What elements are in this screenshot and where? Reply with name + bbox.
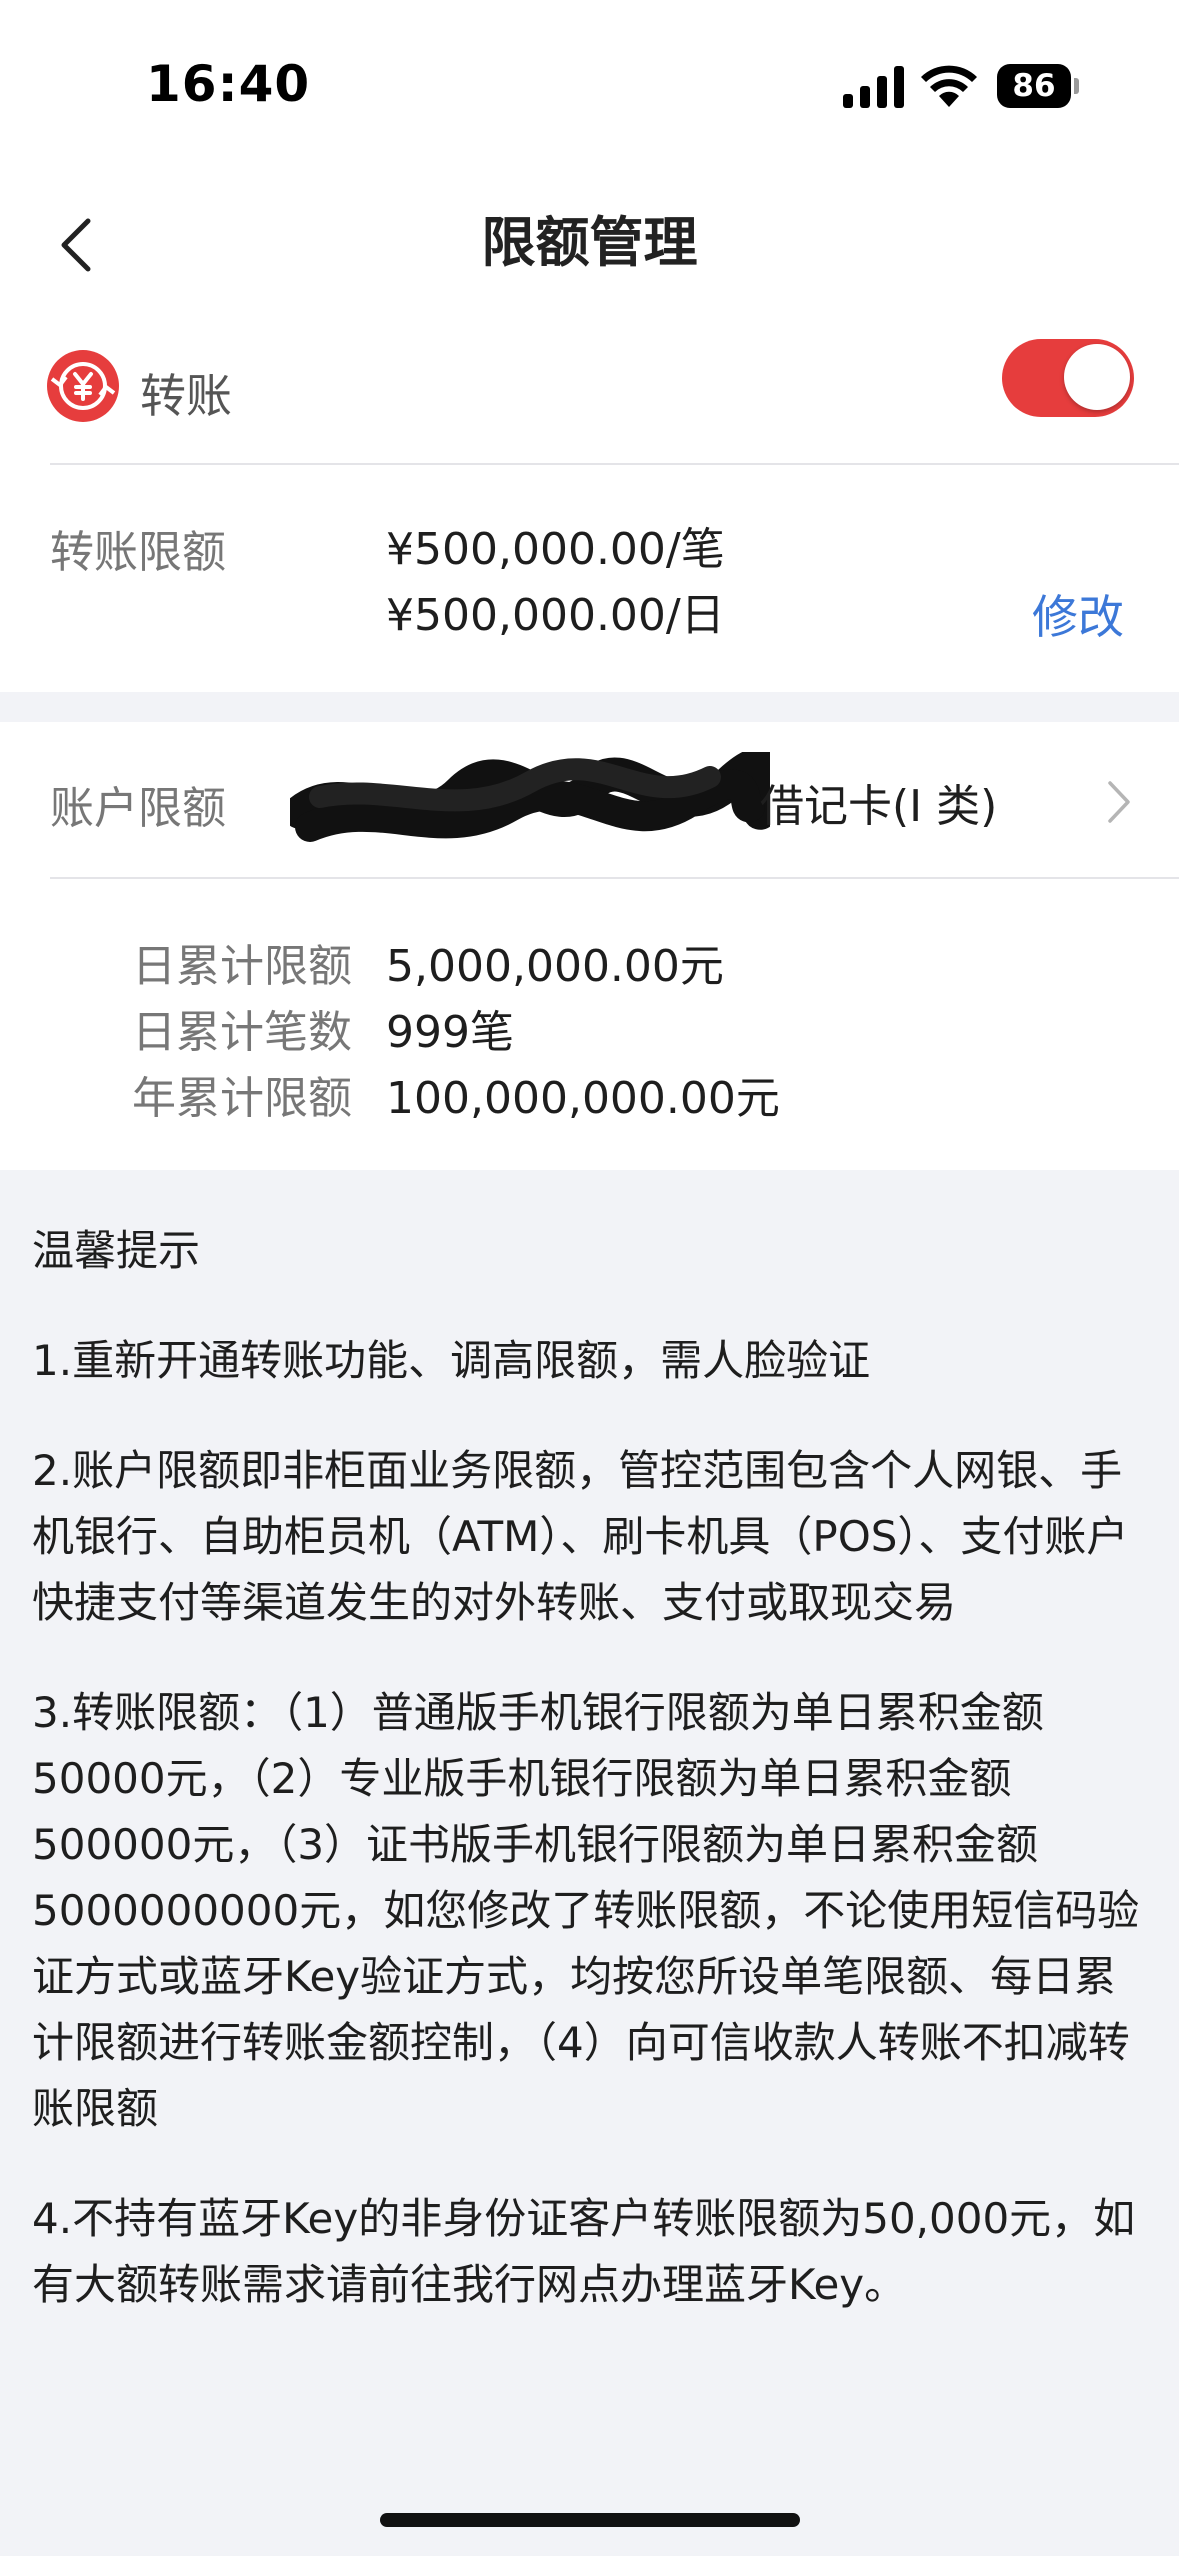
tip-item: 1.重新开通转账功能、调高限额，需人脸验证: [32, 1336, 871, 1385]
modify-button[interactable]: 修改: [1032, 581, 1124, 647]
account-limit-label: 账户限额: [50, 783, 226, 834]
battery-icon: 86: [997, 64, 1079, 108]
redacted-account-scribble: [290, 752, 770, 842]
transfer-section: 转账 转账限额 ¥500,000.00/笔 ¥500,000.00/日 修改: [0, 315, 1179, 692]
daily-transaction-count-value: 999笔: [386, 1007, 514, 1058]
page-title: 限额管理: [481, 211, 698, 274]
account-card-type: 借记卡(I 类): [760, 781, 998, 832]
daily-cumulative-limit-label: 日累计限额: [132, 941, 352, 992]
yuan-icon: [47, 350, 119, 422]
divider: [50, 877, 1179, 879]
annual-cumulative-limit-label: 年累计限额: [132, 1073, 352, 1124]
tip-item: 2.账户限额即非柜面业务限额，管控范围包含个人网银、手机银行、自助柜员机（ATM…: [32, 1446, 1129, 1627]
tip-item: 3.转账限额：（1）普通版手机银行限额为单日累积金额50000元，（2）专业版手…: [32, 1688, 1140, 2133]
battery-level: 86: [1012, 68, 1056, 104]
daily-transaction-count-label: 日累计笔数: [132, 1007, 352, 1058]
tips-section: 温馨提示 1.重新开通转账功能、调高限额，需人脸验证 2.账户限额即非柜面业务限…: [32, 1218, 1150, 2362]
limit-per-transaction: ¥500,000.00/笔: [386, 524, 725, 575]
back-button[interactable]: [44, 200, 114, 290]
signal-icon: [843, 66, 904, 108]
tip-item: 4.不持有蓝牙Key的非身份证客户转账限额为50,000元，如有大额转账需求请前…: [32, 2194, 1136, 2309]
chevron-right-icon: [1108, 781, 1130, 823]
transfer-label: 转账: [140, 369, 232, 423]
divider: [50, 463, 1179, 465]
account-limit-section: 账户限额 借记卡(I 类) 日累计限额 5,000,000.00元 日累计笔数 …: [0, 722, 1179, 1170]
status-time: 16:40: [146, 55, 311, 113]
limit-per-day: ¥500,000.00/日: [386, 590, 725, 641]
wifi-icon: [921, 65, 977, 107]
daily-cumulative-limit-value: 5,000,000.00元: [386, 941, 724, 992]
transfer-toggle[interactable]: [1002, 339, 1134, 417]
chevron-left-icon: [61, 218, 91, 272]
status-bar: 16:40 86: [0, 0, 1179, 170]
home-indicator: [380, 2513, 800, 2527]
transfer-limit-label: 转账限额: [50, 527, 226, 578]
toggle-knob: [1064, 344, 1130, 410]
tips-title: 温馨提示: [32, 1226, 201, 1275]
annual-cumulative-limit-value: 100,000,000.00元: [386, 1073, 780, 1124]
nav-bar: 限额管理: [0, 170, 1179, 315]
